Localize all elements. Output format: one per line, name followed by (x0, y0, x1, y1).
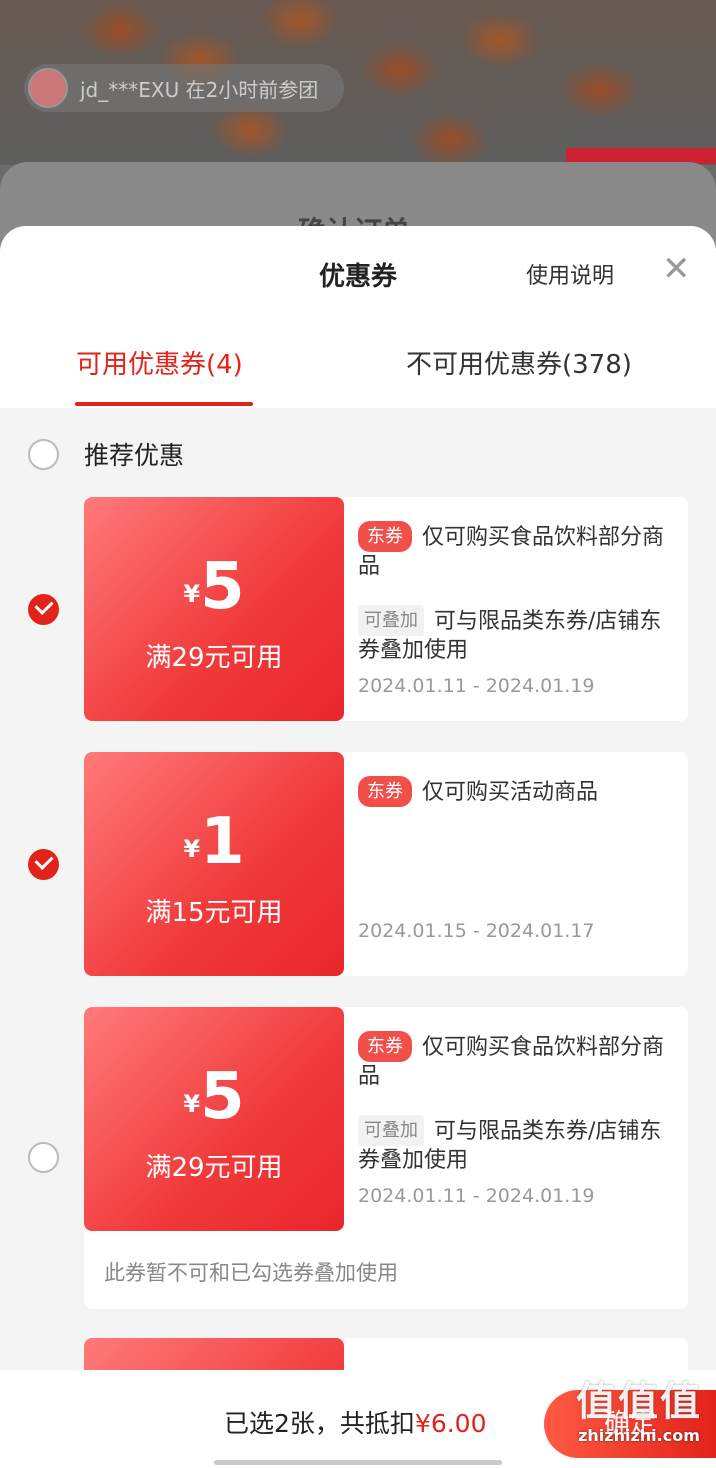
coupon-scope-text: 仅可购买活动商品 (422, 780, 599, 805)
coupon-details: 东券 仅可购买食品饮料部分商品 可叠加 可与限品类东券/店铺东券叠加使用 (358, 1031, 678, 1175)
coupon-1-checkbox[interactable] (28, 594, 59, 625)
stackable-tag: 可叠加 (358, 605, 424, 636)
home-indicator (214, 1460, 502, 1465)
coupon-type-tag: 东券 (358, 776, 412, 807)
coupon-card-3[interactable]: ¥5 满29元可用 东券 仅可购买食品饮料部分商品 可叠加 可与限品类东券/店铺东券… (84, 1007, 688, 1309)
summary-amount: ¥6.00 (414, 1409, 487, 1438)
coupon-threshold: 满29元可用 (145, 643, 283, 673)
active-tab-indicator (75, 402, 253, 406)
coupon-3-checkbox[interactable] (28, 1142, 59, 1173)
coupon-threshold: 满15元可用 (145, 898, 283, 928)
coupon-threshold: 满29元可用 (145, 1153, 283, 1183)
coupon-amount-line: ¥5 (84, 1065, 344, 1129)
recommend-option[interactable]: 推荐优惠 (28, 436, 184, 472)
coupon-value-panel: ¥5 满29元可用 (84, 497, 344, 721)
coupon-amount: 5 (200, 550, 245, 624)
coupon-amount-line: ¥5 (84, 555, 344, 619)
watermark-text: 值值值 (576, 1379, 702, 1425)
close-icon[interactable]: ✕ (662, 252, 691, 286)
coupon-validity-date: 2024.01.15 - 2024.01.17 (358, 920, 595, 942)
recommend-radio[interactable] (28, 438, 59, 470)
coupon-type-tag: 东券 (358, 1031, 412, 1062)
selection-summary: 已选2张，共抵扣¥6.00 (224, 1404, 487, 1440)
group-join-text: jd_***EXU 在2小时前参团 (80, 77, 319, 102)
watermark-logo: 值值值 zhizhizhi.com (565, 1378, 713, 1464)
coupon-amount: 5 (200, 1060, 245, 1134)
tab-unavailable-coupons[interactable]: 不可用优惠券(378) (406, 344, 632, 381)
coupon-stack-info: 可叠加 可与限品类东券/店铺东券叠加使用 (358, 605, 678, 665)
recommend-label: 推荐优惠 (84, 441, 185, 470)
summary-text: 已选2张，共抵扣 (224, 1409, 415, 1438)
coupon-validity-date: 2024.01.11 - 2024.01.19 (358, 675, 595, 697)
coupon-validity-date: 2024.01.11 - 2024.01.19 (358, 1185, 595, 1207)
coupon-amount: 1 (200, 805, 245, 879)
coupon-details: 东券 仅可购买活动商品 (358, 776, 678, 807)
currency-symbol: ¥ (183, 1090, 201, 1118)
coupon-value-panel: ¥5 满29元可用 (84, 1007, 344, 1231)
coupon-conflict-note: 此券暂不可和已勾选券叠加使用 (104, 1261, 398, 1285)
coupon-sheet: 优惠券 使用说明 ✕ 可用优惠券(4) 不可用优惠券(378) 推荐优惠 ¥5 … (0, 226, 716, 1468)
usage-instructions-link[interactable]: 使用说明 (526, 258, 614, 290)
coupon-2-checkbox[interactable] (28, 849, 59, 880)
group-join-badge: jd_***EXU 在2小时前参团 (24, 64, 344, 112)
coupon-details: 东券 仅可购买食品饮料部分商品 可叠加 可与限品类东券/店铺东券叠加使用 (358, 521, 678, 665)
coupon-description: 东券 仅可购买活动商品 (358, 776, 678, 807)
coupon-card-1[interactable]: ¥5 满29元可用 东券 仅可购买食品饮料部分商品 可叠加 可与限品类东券/店铺东券… (84, 497, 688, 721)
coupon-amount-line: ¥1 (84, 810, 344, 874)
coupon-description: 东券 仅可购买食品饮料部分商品 (358, 521, 678, 581)
coupon-sheet-header: 优惠券 使用说明 ✕ 可用优惠券(4) 不可用优惠券(378) (0, 226, 716, 408)
coupon-value-panel: ¥1 满15元可用 (84, 752, 344, 976)
avatar (28, 68, 68, 108)
coupon-card-2[interactable]: ¥1 满15元可用 东券 仅可购买活动商品 2024.01.15 - 2024.0… (84, 752, 688, 976)
watermark-url: zhizhizhi.com (578, 1426, 700, 1445)
coupon-type-tag: 东券 (358, 521, 412, 552)
tab-available-coupons[interactable]: 可用优惠券(4) (76, 344, 243, 381)
coupon-description: 东券 仅可购买食品饮料部分商品 (358, 1031, 678, 1091)
currency-symbol: ¥ (183, 580, 201, 608)
currency-symbol: ¥ (183, 835, 201, 863)
coupon-stack-info: 可叠加 可与限品类东券/店铺东券叠加使用 (358, 1115, 678, 1175)
stackable-tag: 可叠加 (358, 1115, 424, 1146)
